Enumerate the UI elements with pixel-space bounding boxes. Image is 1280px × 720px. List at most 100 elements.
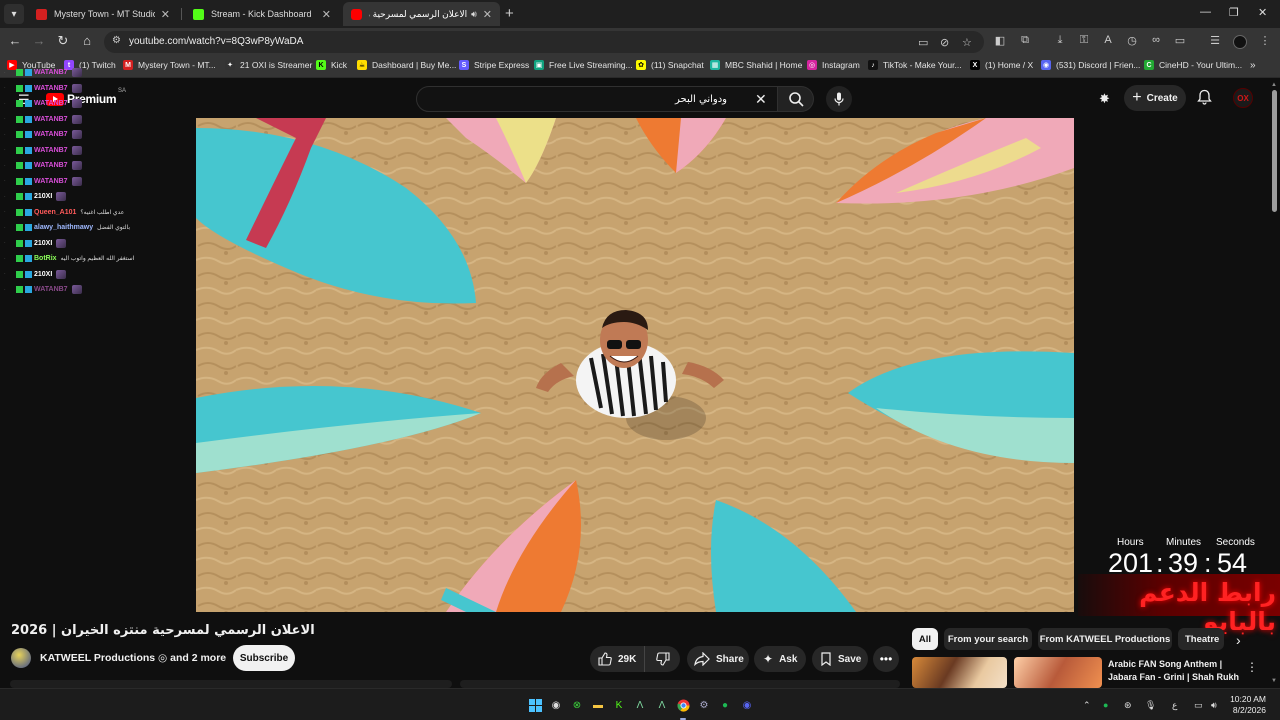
close-tab-icon[interactable]: ✕ [161,8,170,21]
chat-username[interactable]: 210XI [34,271,52,278]
minimize-icon[interactable]: — [1200,6,1211,18]
close-window-icon[interactable]: ✕ [1258,6,1267,19]
new-tab-button[interactable]: + [505,5,514,22]
video-player[interactable] [196,118,1074,612]
ask-button[interactable]: ✦ Ask [754,646,806,672]
app-b-icon[interactable]: Λ [655,698,669,712]
audio-playing-icon[interactable]: 🔊︎ [471,9,477,20]
search-button[interactable] [778,86,814,112]
recommended-thumbnail-2[interactable] [1014,657,1102,688]
tab-search-button[interactable]: ▾ [4,4,24,24]
url-text[interactable]: youtube.com/watch?v=8Q3wP8yWaDA [129,36,303,47]
recommended-thumbnail-1[interactable] [912,657,1007,688]
chip-theatre[interactable]: Theatre [1178,628,1224,650]
extension-icon[interactable]: ◧ [993,34,1007,47]
bookmark-x[interactable]: X (1) Home / X [970,60,1033,70]
forward-arrow-icon[interactable]: → [30,33,48,48]
file-explorer-icon[interactable]: ▬ [591,698,605,712]
network-icon[interactable]: ▭ [1194,700,1203,711]
browser-menu-icon[interactable]: ⋮ [1258,34,1272,47]
tab-youtube-video[interactable]: الاعلان الرسمي لمسرحية منتز 🔊︎ ✕ [343,2,500,26]
volume-icon[interactable]: 🔊︎ [1211,700,1217,711]
create-button[interactable]: + Create [1124,85,1186,111]
translate-icon[interactable]: A [1101,34,1115,46]
notifications-bell-icon[interactable] [1197,89,1212,105]
tray-app-icon[interactable]: ⊛ [1124,700,1132,711]
xbox-icon[interactable]: ⊗ [570,698,584,712]
subscribe-button[interactable]: Subscribe [233,645,295,671]
chat-username[interactable]: WATANB7 [34,131,68,138]
back-arrow-icon[interactable]: ← [6,33,24,48]
bookmark-free-live-streaming[interactable]: ▣ Free Live Streaming... [534,60,633,70]
account-avatar[interactable]: OX [1233,88,1253,108]
discord-taskbar-icon[interactable]: ◉ [740,698,754,712]
page-scrollbar-thumb[interactable] [1272,90,1277,212]
history-icon[interactable]: ◷ [1125,34,1139,47]
profile-avatar-icon[interactable] [1233,35,1247,49]
recommended-menu-icon[interactable]: ⋮ [1246,660,1258,674]
chat-username[interactable]: BotRix [34,255,57,262]
chat-username[interactable]: WATANB7 [34,100,68,107]
microphone-tray-icon[interactable]: 🎙︎ [1145,700,1156,711]
bookmark-star-icon[interactable]: ☆ [962,36,972,49]
chat-username[interactable]: WATANB7 [34,69,68,76]
chat-username[interactable]: alawy_haithmawy [34,224,93,231]
close-tab-icon[interactable]: ✕ [322,8,331,21]
reading-list-icon[interactable]: ☰ [1208,34,1222,47]
search-input[interactable] [427,90,727,108]
channel-name[interactable]: KATWEEL Productions ◎ and 2 more [40,652,226,664]
password-key-icon[interactable]: ⚿ [1077,34,1091,47]
save-button[interactable]: Save [812,646,868,672]
download-icon[interactable]: ⤓ [1053,34,1067,47]
more-actions-icon[interactable]: ••• [873,646,899,672]
bookmark-buy-me-coffee[interactable]: ☕ Dashboard | Buy Me... [357,60,456,70]
chat-username[interactable]: 210XI [34,193,52,200]
close-tab-icon[interactable]: ✕ [483,8,492,21]
scroll-up-icon[interactable]: ▲ [1271,82,1277,88]
obs-icon[interactable]: ◉ [549,698,563,712]
extensions-puzzle-icon[interactable]: ⧉ [1018,34,1032,47]
like-button[interactable]: 29K [590,646,645,672]
steam-icon[interactable]: ⚙ [697,698,711,712]
spotify-tray-icon[interactable]: ● [1103,700,1108,710]
system-clock[interactable]: 10:20 AM 8/2/2026 [1226,694,1266,716]
tab-mystery-town[interactable]: Mystery Town - MT Studios | M ✕ [28,2,178,26]
spotify-icon[interactable]: ● [718,698,732,712]
eye-off-icon[interactable]: ⊘ [940,36,949,49]
chat-username[interactable]: WATANB7 [34,286,68,293]
bookmark-discord[interactable]: ◉ (531) Discord | Frien... [1041,60,1140,70]
scroll-down-icon[interactable]: ▼ [1271,678,1277,684]
dislike-button[interactable] [645,646,680,672]
chip-all[interactable]: All [912,628,938,650]
chat-username[interactable]: Queen_A101 [34,209,76,216]
channel-avatar[interactable] [11,648,31,668]
chat-username[interactable]: WATANB7 [34,147,68,154]
chip-from-your-search[interactable]: From your search [944,628,1032,650]
app-a-icon[interactable]: Λ [633,698,647,712]
bookmark-tiktok[interactable]: ♪ TikTok - Make Your... [868,60,962,70]
wallet-icon[interactable]: ▭ [1173,34,1187,47]
windows-start-icon[interactable] [528,698,542,712]
bookmark-stripe[interactable]: S Stripe Express [459,60,529,70]
chat-username[interactable]: 210XI [34,240,52,247]
chevron-right-icon[interactable]: › [1236,632,1241,648]
cast-screen-icon[interactable]: ▭ [918,36,928,49]
chip-from-katweel[interactable]: From KATWEEL Productions [1038,628,1172,650]
video-camera-icon[interactable]: ✸ [1099,91,1110,107]
chrome-icon[interactable] [676,698,690,712]
share-button[interactable]: Share [687,646,749,672]
bookmark-oxi-streamer[interactable]: ✦ 21 OXI is Streamer [225,60,312,70]
bookmark-shahid[interactable]: ▦ MBC Shahid | Home [710,60,802,70]
bookmark-instagram[interactable]: ◎ Instagram [807,60,860,70]
link-icon[interactable]: ∞ [1149,34,1163,46]
chat-username[interactable]: WATANB7 [34,116,68,123]
restore-icon[interactable]: ❐ [1229,6,1239,19]
chat-username[interactable]: WATANB7 [34,178,68,185]
input-language[interactable]: ع [1172,700,1177,711]
kick-taskbar-icon[interactable]: K [612,698,626,712]
chat-username[interactable]: WATANB7 [34,85,68,92]
voice-search-button[interactable] [826,86,852,112]
reload-icon[interactable]: ↻ [54,33,72,49]
chat-username[interactable]: WATANB7 [34,162,68,169]
tab-kick-dashboard[interactable]: Stream - Kick Dashboard ✕ [185,2,339,26]
